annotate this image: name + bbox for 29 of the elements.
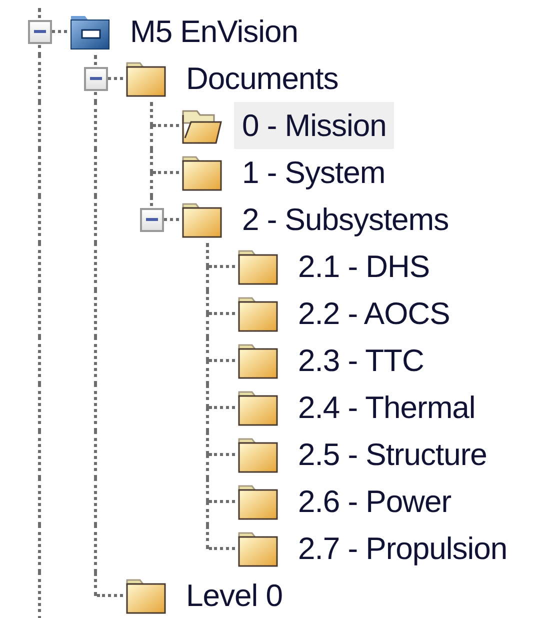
folder-icon (238, 530, 278, 566)
folder-icon (182, 202, 222, 238)
tree-item[interactable]: 2.1 - DHS (290, 243, 438, 290)
tree-item[interactable]: 2.7 - Propulsion (290, 525, 516, 572)
folder-icon (238, 296, 278, 332)
tree-item[interactable]: 2.4 - Thermal (290, 384, 484, 431)
collapse-button[interactable] (140, 208, 164, 232)
folder-icon (238, 484, 278, 520)
tree-item[interactable]: 0 - Mission (234, 102, 394, 149)
tree-item[interactable]: 1 - System (234, 149, 394, 196)
tree-item[interactable]: 2 - Subsystems (234, 196, 457, 243)
folder-icon (238, 342, 278, 378)
tree-item[interactable]: Documents (178, 55, 346, 102)
project-folder-icon (70, 14, 110, 50)
tree-item[interactable]: 2.5 - Structure (290, 431, 495, 478)
collapse-button[interactable] (28, 20, 52, 44)
folder-icon (238, 248, 278, 284)
tree-item[interactable]: 2.2 - AOCS (290, 290, 458, 337)
tree-item[interactable]: M5 EnVision (122, 8, 306, 55)
folder-icon (126, 578, 166, 614)
collapse-button[interactable] (84, 67, 108, 91)
open-folder-icon (182, 108, 222, 144)
folder-icon (126, 60, 166, 96)
folder-icon (238, 390, 278, 426)
folder-icon (182, 154, 222, 190)
tree-item[interactable]: 2.3 - TTC (290, 337, 432, 384)
tree-item[interactable]: 2.6 - Power (290, 478, 460, 525)
folder-icon (238, 436, 278, 472)
tree-item[interactable]: Level 0 (178, 572, 290, 618)
